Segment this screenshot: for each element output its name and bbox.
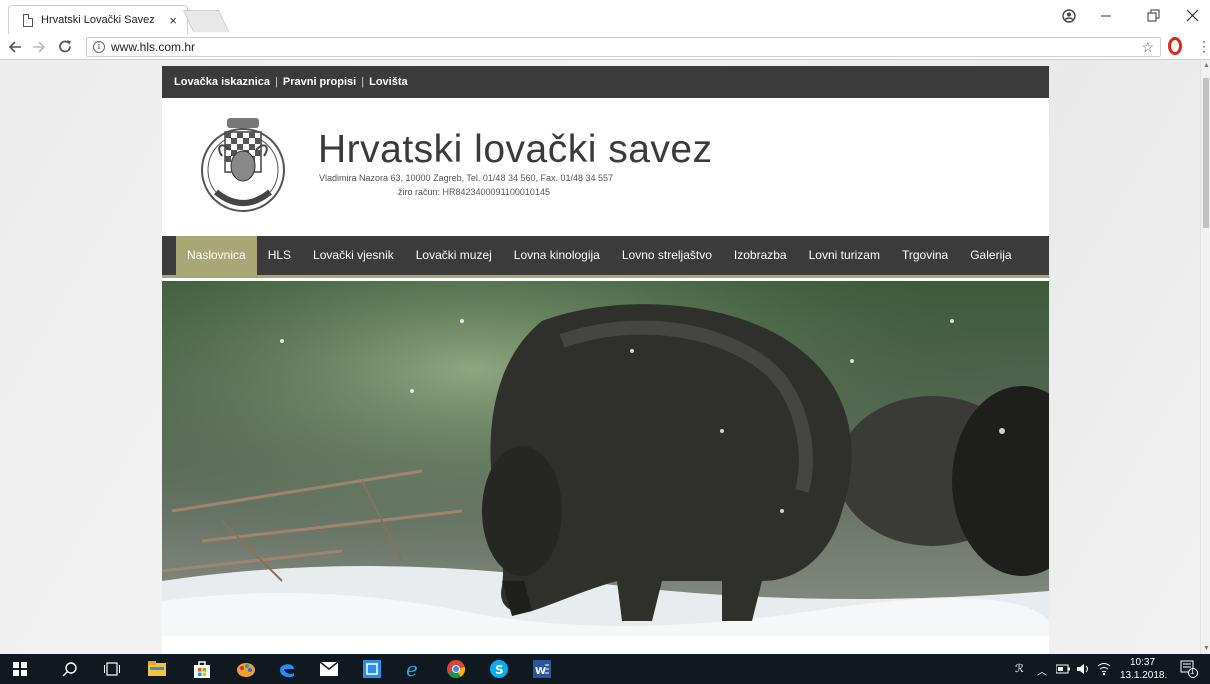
top-link-legal-regulations[interactable]: Pravni propisi xyxy=(283,76,356,88)
page-viewport: Lovačka iskaznica | Pravni propisi | Lov… xyxy=(0,60,1200,654)
nav-item-education[interactable]: Izobrazba xyxy=(723,236,798,275)
browser-tabbar: Hrvatski Lovački Savez × xyxy=(0,0,1210,34)
action-center-icon[interactable] xyxy=(1180,660,1198,678)
site-container: Lovačka iskaznica | Pravni propisi | Lov… xyxy=(162,66,1049,654)
url-text: www.hls.com.hr xyxy=(111,40,196,54)
forward-icon[interactable] xyxy=(32,40,46,54)
opera-extension-icon[interactable] xyxy=(1168,37,1182,55)
nav-item-hunting-shooting[interactable]: Lovno streljaštvo xyxy=(611,236,723,275)
outlook-icon[interactable] xyxy=(363,660,381,678)
url-input[interactable]: i www.hls.com.hr ☆ xyxy=(86,37,1161,57)
top-link-separator: | xyxy=(361,76,365,88)
new-tab-button[interactable] xyxy=(182,10,230,32)
vertical-scrollbar[interactable]: ▲ ▼ xyxy=(1200,60,1210,654)
browser-menu-icon[interactable]: ⋮ xyxy=(1197,38,1210,55)
tab-title: Hrvatski Lovački Savez xyxy=(41,14,155,26)
paint-icon[interactable] xyxy=(236,660,256,678)
people-icon[interactable]: ℛ xyxy=(1015,662,1024,675)
store-icon[interactable] xyxy=(193,660,211,678)
word-icon[interactable]: W xyxy=(533,660,551,678)
windows-taskbar: e S W ℛ ︿ 10:37 13.1.2018. 1 xyxy=(0,654,1210,684)
svg-text:W: W xyxy=(535,666,546,677)
bookmark-star-icon[interactable]: ☆ xyxy=(1141,39,1154,56)
svg-text:S: S xyxy=(495,663,504,677)
tab-close-icon[interactable]: × xyxy=(169,13,177,28)
internet-explorer-icon[interactable]: e xyxy=(404,659,424,679)
wifi-icon[interactable] xyxy=(1097,662,1111,676)
content-area xyxy=(162,636,1049,654)
nav-item-hunting-museum[interactable]: Lovački muzej xyxy=(405,236,503,275)
battery-icon[interactable] xyxy=(1056,664,1070,674)
top-links-bar: Lovačka iskaznica | Pravni propisi | Lov… xyxy=(162,66,1049,98)
notification-count: 1 xyxy=(1190,667,1195,676)
mail-icon[interactable] xyxy=(320,662,338,676)
nav-item-home[interactable]: Naslovnica xyxy=(176,236,257,275)
reload-icon[interactable] xyxy=(58,39,73,54)
top-link-hunting-grounds[interactable]: Lovišta xyxy=(369,76,408,88)
show-hidden-icons-icon[interactable]: ︿ xyxy=(1037,663,1047,678)
site-info-icon[interactable]: i xyxy=(93,41,105,53)
back-icon[interactable] xyxy=(8,40,22,54)
site-title: Hrvatski lovački savez xyxy=(318,128,713,171)
nav-item-hunting-tourism[interactable]: Lovni turizam xyxy=(798,236,891,275)
edge-icon[interactable] xyxy=(278,660,296,678)
task-view-icon[interactable] xyxy=(104,662,120,676)
scroll-down-arrow-icon[interactable]: ▼ xyxy=(1203,645,1210,652)
hls-emblem-logo[interactable] xyxy=(200,110,286,220)
profile-icon[interactable] xyxy=(1062,9,1076,23)
address-bar: i www.hls.com.hr ☆ xyxy=(0,34,1210,60)
bank-account: žiro račun: HR8423400091100010145 xyxy=(398,187,550,197)
site-header: Hrvatski lovački savez Vladimira Nazora … xyxy=(162,98,1049,236)
scroll-up-arrow-icon[interactable]: ▲ xyxy=(1203,62,1210,69)
page-icon xyxy=(23,13,33,27)
file-explorer-icon[interactable] xyxy=(148,661,166,677)
svg-text:e: e xyxy=(406,659,418,679)
hero-wild-boar-image xyxy=(162,281,1049,636)
main-navigation: Naslovnica HLS Lovački vjesnik Lovački m… xyxy=(162,236,1049,278)
search-icon[interactable] xyxy=(62,661,78,677)
restore-icon[interactable] xyxy=(1147,9,1160,22)
site-address: Vladimira Nazora 63, 10000 Zagreb, Tel. … xyxy=(319,173,614,183)
minimize-icon[interactable] xyxy=(1100,10,1112,22)
nav-item-gallery[interactable]: Galerija xyxy=(959,236,1022,275)
nav-item-hunting-journal[interactable]: Lovački vjesnik xyxy=(302,236,405,275)
close-window-icon[interactable] xyxy=(1186,9,1199,22)
nav-item-hunting-cynology[interactable]: Lovna kinologija xyxy=(503,236,611,275)
nav-item-hls[interactable]: HLS xyxy=(257,236,302,275)
scrollbar-thumb[interactable] xyxy=(1203,78,1209,228)
browser-tab[interactable]: Hrvatski Lovački Savez × xyxy=(8,5,188,34)
volume-icon[interactable] xyxy=(1076,662,1090,676)
top-link-separator: | xyxy=(275,76,278,88)
chrome-icon[interactable] xyxy=(447,660,465,678)
windows-start-icon[interactable] xyxy=(13,662,27,676)
nav-item-shop[interactable]: Trgovina xyxy=(891,236,959,275)
skype-icon[interactable]: S xyxy=(490,660,508,678)
clock-time[interactable]: 10:37 xyxy=(1130,657,1155,668)
clock-date[interactable]: 13.1.2018. xyxy=(1120,670,1167,681)
top-link-hunting-license[interactable]: Lovačka iskaznica xyxy=(174,76,270,88)
